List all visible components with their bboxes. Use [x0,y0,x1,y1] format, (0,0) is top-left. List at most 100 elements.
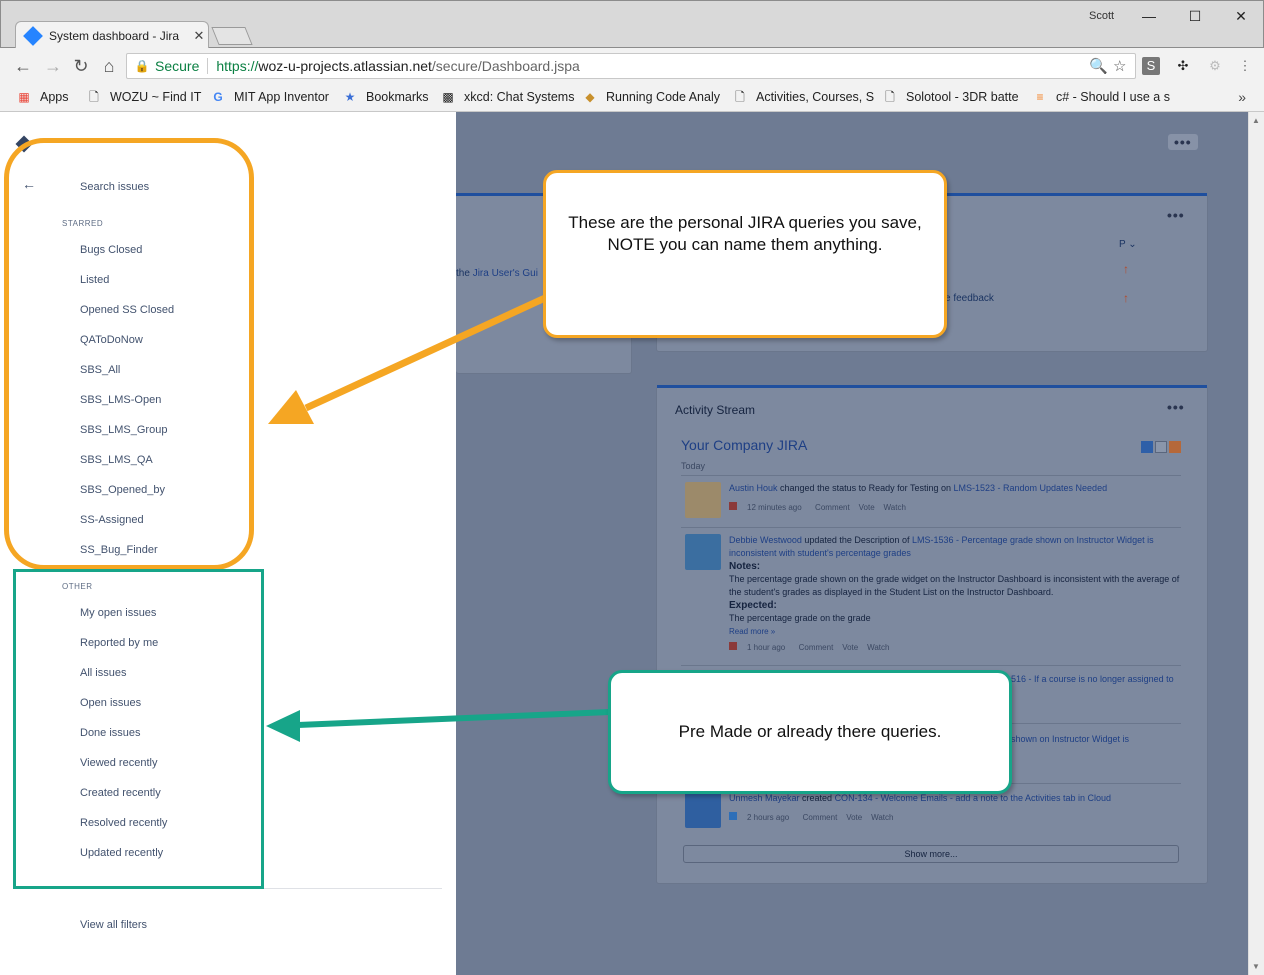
entry-issue-link[interactable]: shown on Instructor Widget is [1011,734,1129,744]
url-scheme: https:// [216,58,259,74]
watch-link[interactable]: Watch [867,643,889,652]
entry-issue-link[interactable]: LMS-1523 - Random Updates Needed [953,483,1107,493]
show-more-button[interactable]: Show more... [683,845,1179,863]
other-annotation-outline [13,569,264,889]
read-more-link[interactable]: Read more » [729,627,775,636]
lock-icon: 🔒 [134,59,150,73]
company-title[interactable]: Your Company JIRA [681,437,807,453]
bookmarks-bar: ▦ Apps 🗋 WOZU ~ Find IT G MIT App Inventor … [0,84,1264,112]
entry-user[interactable]: Austin Houk [729,483,778,493]
entry-user[interactable]: Unmesh Mayekar [729,793,800,803]
gadget-more-icon[interactable]: ••• [1167,399,1185,415]
watch-link[interactable]: Watch [884,503,906,512]
gadget-top-border [657,385,1207,388]
list-view-icon[interactable] [1141,441,1153,453]
vote-link[interactable]: Vote [859,503,875,512]
page-icon: 🗋 [735,90,745,104]
page-icon: 🗋 [885,90,895,104]
back-icon[interactable]: ← [12,55,34,77]
bookmark-label: Activities, Courses, S [756,90,875,104]
reload-icon[interactable]: ↻ [70,55,92,77]
bookmark-label: c# - Should I use a s [1056,90,1170,104]
comment-link[interactable]: Comment [815,503,850,512]
vote-link[interactable]: Vote [842,643,858,652]
bookmark-activities[interactable]: 🗋 Activities, Courses, S [732,89,874,105]
entry-user[interactable]: Debbie Westwood [729,535,802,545]
scroll-down-icon[interactable]: ▼ [1252,962,1260,971]
extension-s-icon[interactable]: S [1142,57,1160,75]
minimize-icon[interactable]: — [1131,5,1167,27]
bookmark-label: MIT App Inventor [234,90,329,104]
bookmark-bookmarks[interactable]: ★ Bookmarks [342,89,429,105]
bug-type-icon [729,502,737,510]
view-all-filters-link[interactable]: View all filters [80,919,147,931]
extension-puzzle-icon[interactable]: ✣ [1174,57,1192,75]
entry-action: changed the status to Ready for Testing … [777,483,954,493]
bookmark-xkcd[interactable]: ▩ xkcd: Chat Systems [440,89,574,105]
task-type-icon [729,812,737,820]
bookmark-star-icon[interactable]: ☆ [1113,57,1126,75]
comment-link[interactable]: Comment [799,643,834,652]
compact-view-icon[interactable] [1155,441,1167,453]
feedback-fragment[interactable]: e feedback [945,293,994,304]
starred-callout: These are the personal JIRA queries you … [543,170,947,338]
bookmark-mit-app-inventor[interactable]: G MIT App Inventor [210,89,329,105]
url-path: /secure/Dashboard.jspa [431,58,580,74]
bookmark-label: Apps [40,90,69,104]
vote-link[interactable]: Vote [846,813,862,822]
expected-text: The percentage grade on the grade [729,613,871,623]
address-bar[interactable]: 🔒 Secure https:// woz-u-projects.atlassi… [126,53,1136,79]
bug-type-icon [729,642,737,650]
priority-header-label: P [1119,239,1126,250]
star-icon: ★ [344,90,356,104]
entry-time: 1 hour ago [747,643,786,652]
home-icon[interactable]: ⌂ [98,55,120,77]
bookmark-apps[interactable]: ▦ Apps [16,89,69,105]
jira-logo-icon [23,25,43,46]
bookmarks-overflow-icon[interactable]: » [1238,89,1246,105]
browser-menu-icon[interactable]: ⋮ [1236,57,1254,75]
maximize-icon[interactable]: ☐ [1177,5,1213,27]
rss-feed-icon[interactable] [1169,441,1181,453]
activity-stream-gadget: Activity Stream ••• Your Company JIRA To… [656,385,1208,884]
stackoverflow-icon: ≡ [1036,90,1044,104]
apps-grid-icon: ▦ [18,90,30,104]
comment-link[interactable]: Comment [803,813,838,822]
gadget-more-icon[interactable]: ••• [1167,207,1185,223]
priority-header[interactable]: P ⌄ [1119,239,1137,250]
watch-link[interactable]: Watch [871,813,893,822]
zoom-search-icon[interactable]: 🔍 [1089,57,1108,75]
notes-text: The percentage grade shown on the grade … [729,574,1180,597]
extension-gear-icon[interactable]: ⚙ [1206,57,1224,75]
bookmark-solotool[interactable]: 🗋 Solotool - 3DR batte [882,89,1019,105]
entry-issue-link[interactable]: CON-134 - Welcome Emails - add a note to… [835,793,1111,803]
profile-name[interactable]: Scott [1089,10,1114,22]
other-callout: Pre Made or already there queries. [608,670,1012,794]
entry-meta: 2 hours ago Comment Vote Watch [729,812,893,822]
entry-meta: 1 hour ago Comment Vote Watch [729,642,889,652]
bookmark-label: Solotool - 3DR batte [906,90,1019,104]
forward-icon[interactable]: → [42,55,64,77]
today-label: Today [681,461,706,471]
jira-page: ••• the Jira User's Gui ••• P ⌄ ↑ e feed… [0,112,1264,975]
browser-title-bar: System dashboard - Jira ✕ Scott — ☐ ✕ [0,0,1264,49]
avatar [685,534,721,570]
entry-issue-link[interactable]: 516 - If a course is no longer assigned … [1011,674,1174,684]
window-close-icon[interactable]: ✕ [1223,5,1259,27]
page-scrollbar[interactable]: ▲ ▼ [1248,112,1264,975]
user-guide-link[interactable]: Jira User's Gui [473,268,538,279]
dashboard-more-icon[interactable]: ••• [1168,134,1198,150]
browser-tab[interactable]: System dashboard - Jira ✕ [15,21,209,49]
bookmark-wozu[interactable]: 🗋 WOZU ~ Find IT [86,89,201,105]
intro-text: the Jira User's Gui [456,268,538,279]
entry-action: updated the Description of [801,535,912,545]
bookmark-stackoverflow[interactable]: ≡ c# - Should I use a s [1032,89,1170,105]
address-separator [207,58,209,74]
page-icon: 🗋 [89,90,99,104]
new-tab-button[interactable] [211,27,253,45]
scroll-up-icon[interactable]: ▲ [1252,116,1260,125]
entry-text: Debbie Westwood updated the Description … [729,534,1181,638]
bookmark-running-code[interactable]: ◆ Running Code Analy [582,89,720,105]
close-tab-icon[interactable]: ✕ [190,28,208,44]
entry-action: created [799,793,835,803]
